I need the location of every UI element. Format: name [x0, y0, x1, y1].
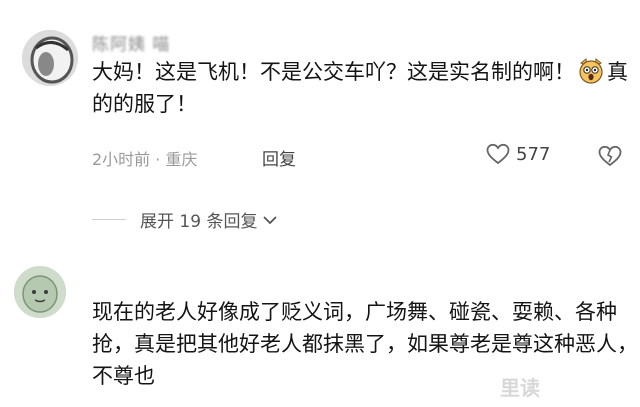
divider-line — [92, 219, 126, 220]
like-count: 577 — [516, 143, 551, 165]
avatar[interactable] — [22, 30, 78, 86]
username[interactable]: 陈阿姨 喵 — [92, 30, 170, 55]
shocked-cat-emoji-icon — [577, 57, 605, 85]
expand-replies[interactable]: 展开 19 条回复 — [92, 207, 279, 232]
heart-icon — [486, 143, 510, 165]
watermark-text: 里读 — [500, 376, 540, 400]
reply-button[interactable]: 回复 — [262, 145, 296, 170]
chevron-down-icon — [263, 215, 278, 224]
expand-replies-label[interactable]: 展开 19 条回复 — [140, 207, 257, 232]
avatar[interactable] — [14, 266, 66, 318]
comment-text: 大妈！这是飞机！不是公交车吖？这是实名制的啊！ 真的的服了！ — [92, 56, 632, 120]
avatar-image — [14, 266, 66, 318]
comment-meta: 2小时前 · 重庆 — [92, 150, 198, 169]
comment-text-part-1: 大妈！这是飞机！不是公交车吖？这是实名制的啊！ — [92, 60, 575, 84]
broken-heart-icon — [598, 145, 622, 167]
like-button[interactable]: 577 — [486, 143, 550, 165]
avatar-image — [22, 30, 78, 86]
dislike-button[interactable] — [598, 145, 622, 171]
